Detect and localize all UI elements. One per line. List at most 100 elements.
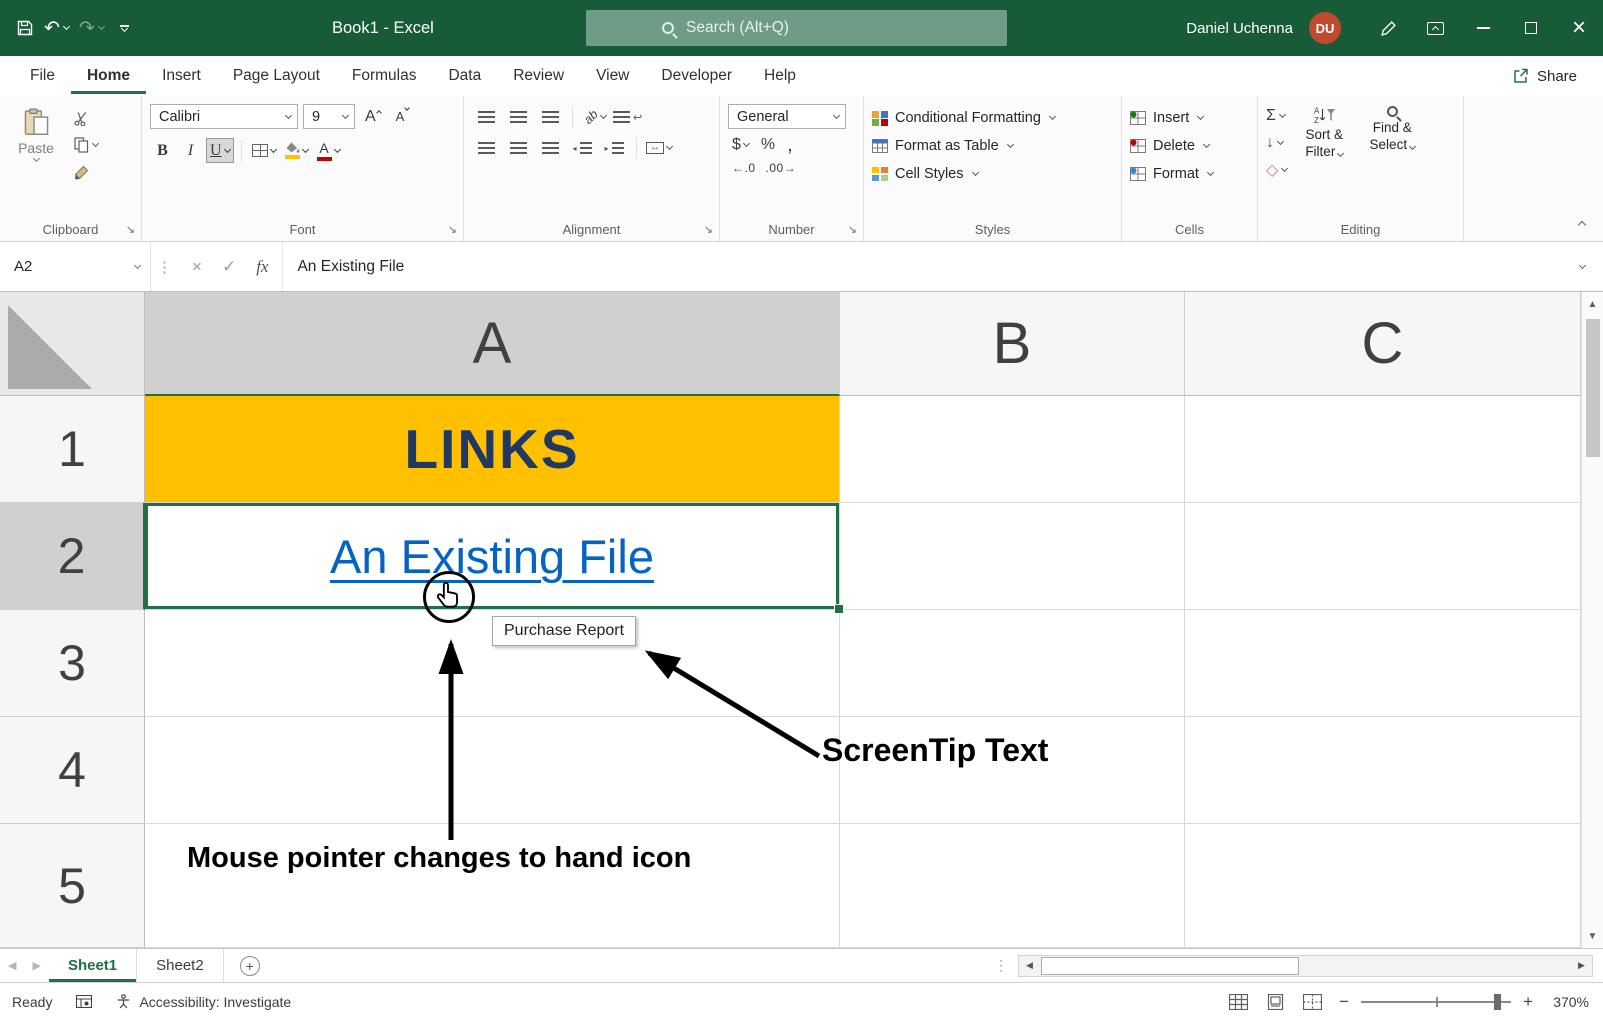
italic-button[interactable]: I	[178, 138, 203, 163]
bold-button[interactable]: B	[150, 138, 175, 163]
cell-B1[interactable]	[840, 396, 1185, 503]
wrap-text-button[interactable]: ↩	[613, 106, 642, 128]
zoom-slider[interactable]	[1361, 1001, 1511, 1003]
select-all-button[interactable]	[0, 292, 145, 396]
tab-view[interactable]: View	[580, 58, 645, 94]
redo-button[interactable]: ↷	[79, 19, 104, 38]
maximize-button[interactable]	[1507, 0, 1555, 56]
conditional-formatting-button[interactable]: Conditional Formatting	[872, 104, 1113, 132]
find-select-button[interactable]: Find & Select	[1361, 104, 1423, 180]
cut-button[interactable]	[74, 109, 98, 127]
increase-indent-button[interactable]: ▸	[600, 137, 628, 159]
row-header-2[interactable]: 2	[0, 503, 145, 610]
align-middle-button[interactable]	[504, 106, 532, 128]
undo-button[interactable]: ↶	[44, 19, 69, 38]
format-painter-button[interactable]	[74, 163, 98, 181]
sheet-nav-left-icon[interactable]: ◀	[0, 959, 24, 972]
cell-C2[interactable]	[1185, 503, 1581, 610]
number-format-combo[interactable]: General	[728, 104, 846, 129]
cancel-entry-button[interactable]: ×	[192, 257, 202, 277]
name-box[interactable]: A2	[0, 242, 150, 291]
zoom-out-button[interactable]: −	[1331, 992, 1357, 1012]
clipboard-dialog-launcher[interactable]: ↘	[126, 225, 135, 236]
increase-decimal-button[interactable]: ←.0	[732, 161, 756, 175]
formula-input[interactable]: An Existing File	[282, 242, 1562, 291]
font-size-combo[interactable]: 9	[303, 104, 355, 129]
alignment-dialog-launcher[interactable]: ↘	[704, 225, 713, 236]
pen-button[interactable]	[1365, 20, 1412, 37]
percent-style-button[interactable]: %	[761, 136, 775, 154]
row-header-4[interactable]: 4	[0, 717, 145, 824]
cell-A4[interactable]	[145, 717, 840, 824]
align-center-button[interactable]	[504, 137, 532, 159]
format-as-table-button[interactable]: Format as Table	[872, 132, 1113, 160]
macro-record-button[interactable]	[64, 995, 104, 1008]
insert-cells-button[interactable]: Insert	[1130, 104, 1249, 132]
zoom-level[interactable]: 370%	[1541, 994, 1589, 1010]
fill-handle[interactable]	[834, 604, 844, 614]
scroll-right-icon[interactable]: ▶	[1571, 960, 1592, 971]
horizontal-scroll-thumb[interactable]	[1041, 957, 1299, 975]
font-color-button[interactable]: A	[314, 138, 343, 163]
avatar[interactable]: DU	[1309, 12, 1341, 44]
merge-center-button[interactable]: ↔	[645, 137, 673, 159]
cell-C3[interactable]	[1185, 610, 1581, 717]
cell-C4[interactable]	[1185, 717, 1581, 824]
cell-B2[interactable]	[840, 503, 1185, 610]
zoom-slider-handle[interactable]	[1494, 994, 1501, 1010]
sheet-nav-right-icon[interactable]: ▶	[24, 959, 48, 972]
column-header-C[interactable]: C	[1185, 292, 1581, 396]
vertical-scroll-thumb[interactable]	[1586, 319, 1600, 457]
page-layout-view-button[interactable]	[1266, 994, 1285, 1010]
normal-view-button[interactable]	[1229, 994, 1248, 1010]
scroll-down-icon[interactable]: ▼	[1588, 927, 1598, 945]
increase-font-size-button[interactable]: A	[360, 106, 386, 128]
fill-button[interactable]: ↓	[1266, 133, 1287, 153]
cell-B3[interactable]	[840, 610, 1185, 717]
confirm-entry-button[interactable]: ✓	[222, 257, 236, 277]
align-right-button[interactable]	[536, 137, 564, 159]
share-button[interactable]: Share	[1512, 68, 1577, 85]
sheet-tab-sheet1[interactable]: Sheet1	[49, 949, 137, 982]
row-header-1[interactable]: 1	[0, 396, 145, 503]
accounting-format-button[interactable]: $	[732, 136, 749, 154]
comma-style-button[interactable]: ,	[787, 140, 793, 150]
vertical-scrollbar[interactable]: ▲ ▼	[1581, 292, 1603, 948]
tab-file[interactable]: File	[14, 58, 71, 94]
decrease-font-size-button[interactable]: A	[391, 107, 415, 126]
number-dialog-launcher[interactable]: ↘	[848, 225, 857, 236]
scroll-up-icon[interactable]: ▲	[1588, 295, 1598, 313]
tab-page-layout[interactable]: Page Layout	[217, 58, 336, 94]
align-left-button[interactable]	[472, 137, 500, 159]
tab-home[interactable]: Home	[71, 58, 146, 94]
customize-quick-access-button[interactable]	[120, 25, 129, 31]
column-header-A[interactable]: A	[145, 292, 840, 396]
expand-formula-bar-button[interactable]	[1562, 242, 1603, 291]
page-break-view-button[interactable]	[1303, 994, 1322, 1010]
decrease-indent-button[interactable]: ◂	[568, 137, 596, 159]
cell-A2[interactable]: An Existing File	[145, 503, 840, 610]
save-button[interactable]	[16, 19, 34, 37]
cell-A3[interactable]	[145, 610, 840, 717]
align-top-button[interactable]	[472, 106, 500, 128]
ribbon-display-options-button[interactable]	[1412, 22, 1459, 35]
tab-help[interactable]: Help	[748, 58, 812, 94]
hyperlink-text[interactable]: An Existing File	[330, 529, 654, 584]
close-button[interactable]: ×	[1555, 0, 1603, 56]
horizontal-scrollbar[interactable]: ◀ ▶	[1018, 955, 1593, 977]
font-dialog-launcher[interactable]: ↘	[448, 225, 457, 236]
sheet-tab-sheet2[interactable]: Sheet2	[137, 949, 224, 982]
cell-A5[interactable]	[145, 824, 840, 948]
format-cells-button[interactable]: Format	[1130, 160, 1249, 188]
orientation-button[interactable]: ab	[581, 106, 609, 128]
s ort-filter-button[interactable]: AZ Sort & Filter	[1293, 104, 1355, 180]
zoom-in-button[interactable]: +	[1515, 992, 1541, 1012]
cell-B4[interactable]	[840, 717, 1185, 824]
underline-button[interactable]: U	[206, 138, 234, 163]
row-header-3[interactable]: 3	[0, 610, 145, 717]
cell-C1[interactable]	[1185, 396, 1581, 503]
autosum-button[interactable]: Σ	[1266, 106, 1287, 126]
cell-A1[interactable]: LINKS	[145, 396, 840, 503]
new-sheet-button[interactable]: +	[240, 956, 260, 976]
fill-color-button[interactable]	[282, 138, 311, 163]
